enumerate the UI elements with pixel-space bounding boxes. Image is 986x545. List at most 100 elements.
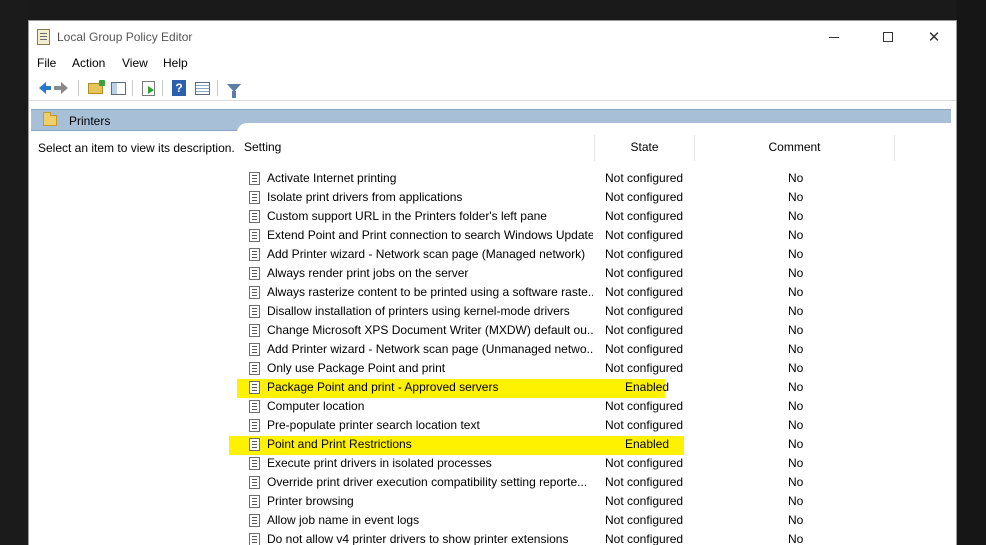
setting-state: Not configured [605, 513, 684, 527]
toolbar-separator [162, 80, 163, 96]
policy-setting-icon [249, 267, 260, 280]
show-hide-action-pane-icon [194, 81, 210, 95]
show-hide-tree-button[interactable] [109, 79, 127, 97]
setting-row[interactable]: Execute print drivers in isolated proces… [237, 454, 937, 473]
policy-setting-icon [249, 381, 260, 394]
setting-state: Not configured [605, 247, 684, 261]
setting-row[interactable]: Computer location Not configured No [237, 397, 937, 416]
setting-state: Not configured [605, 304, 684, 318]
setting-row[interactable]: Isolate print drivers from applications N… [237, 188, 937, 207]
folder-icon [43, 112, 57, 126]
policy-setting-icon [249, 495, 260, 508]
policy-setting-icon [249, 419, 260, 432]
setting-row[interactable]: Disallow installation of printers using … [237, 302, 937, 321]
setting-comment: No [788, 171, 804, 185]
policy-setting-icon [249, 248, 260, 261]
menu-action[interactable]: Action [72, 56, 105, 70]
setting-row[interactable]: Override print driver execution compatib… [237, 473, 937, 492]
close-button[interactable]: ✕ [911, 21, 956, 53]
setting-row[interactable]: Extend Point and Print connection to sea… [237, 226, 937, 245]
policy-setting-icon [249, 172, 260, 185]
setting-row[interactable]: Change Microsoft XPS Document Writer (MX… [237, 321, 937, 340]
menu-file[interactable]: File [37, 56, 56, 70]
setting-comment: No [788, 475, 804, 489]
column-header-comment[interactable]: Comment [695, 135, 895, 161]
column-header-setting[interactable]: Setting [237, 135, 595, 161]
setting-comment: No [788, 380, 804, 394]
column-header-state[interactable]: State [595, 135, 695, 161]
policy-setting-icon [249, 400, 260, 413]
setting-state: Not configured [605, 399, 684, 413]
help-icon: ? [172, 80, 186, 96]
show-hide-tree-icon [110, 81, 126, 95]
filter-button[interactable] [225, 79, 243, 98]
setting-name: Add Printer wizard - Network scan page (… [267, 247, 586, 261]
policy-setting-icon [249, 191, 260, 204]
setting-name: Disallow installation of printers using … [267, 304, 570, 318]
setting-row[interactable]: Printer browsing Not configured No [237, 492, 937, 511]
help-button[interactable]: ? [170, 79, 188, 97]
setting-comment: No [788, 342, 804, 356]
forward-button[interactable] [53, 79, 73, 97]
setting-row[interactable]: Custom support URL in the Printers folde… [237, 207, 937, 226]
setting-row[interactable]: Do not allow v4 printer drivers to show … [237, 530, 937, 545]
setting-row[interactable]: Point and Print Restrictions Enabled No [229, 435, 937, 455]
setting-name: Pre-populate printer search location tex… [267, 418, 480, 432]
setting-name: Always rasterize content to be printed u… [267, 285, 593, 299]
setting-state: Not configured [605, 418, 684, 432]
back-button[interactable] [33, 79, 51, 97]
setting-comment: No [788, 190, 804, 204]
setting-comment: No [788, 209, 804, 223]
setting-state: Not configured [605, 342, 684, 356]
setting-comment: No [788, 513, 804, 527]
up-folder-button[interactable] [86, 79, 105, 97]
setting-row[interactable]: Allow job name in event logs Not configur… [237, 511, 937, 530]
filter-icon [227, 84, 241, 98]
setting-comment: No [788, 323, 804, 337]
menu-help[interactable]: Help [163, 56, 188, 70]
setting-state: Not configured [605, 361, 684, 375]
toolbar-separator [78, 80, 79, 96]
policy-setting-icon [249, 476, 260, 489]
setting-state: Enabled [625, 380, 670, 394]
toolbar-separator [132, 80, 133, 96]
menu-view[interactable]: View [122, 56, 148, 70]
setting-comment: No [788, 437, 804, 451]
setting-row[interactable]: Activate Internet printing Not configured… [237, 169, 937, 188]
setting-row[interactable]: Always render print jobs on the server No… [237, 264, 937, 283]
setting-row[interactable]: Add Printer wizard - Network scan page (… [237, 340, 937, 359]
setting-name: Package Point and print - Approved serve… [267, 380, 499, 394]
export-list-icon [141, 80, 155, 96]
setting-name: Activate Internet printing [267, 171, 397, 185]
setting-comment: No [788, 285, 804, 299]
setting-row[interactable]: Package Point and print - Approved serve… [237, 378, 937, 398]
export-list-button[interactable] [139, 79, 157, 97]
setting-row[interactable]: Only use Package Point and print Not conf… [237, 359, 937, 378]
up-folder-icon [87, 79, 105, 94]
maximize-button[interactable] [865, 21, 911, 53]
forward-icon [53, 82, 68, 94]
policy-setting-icon [249, 343, 260, 356]
setting-name: Add Printer wizard - Network scan page (… [267, 342, 593, 356]
show-hide-action-pane-button[interactable] [193, 79, 211, 97]
setting-row[interactable]: Always rasterize content to be printed u… [237, 283, 937, 302]
setting-name: Computer location [267, 399, 365, 413]
setting-row[interactable]: Add Printer wizard - Network scan page (… [237, 245, 937, 264]
gpedit-window: Local Group Policy Editor ✕ File Action … [28, 20, 957, 545]
policy-setting-icon [249, 533, 260, 545]
setting-name: Printer browsing [267, 494, 354, 508]
setting-name: Always render print jobs on the server [267, 266, 469, 280]
setting-name: Point and Print Restrictions [267, 437, 412, 451]
setting-state: Not configured [605, 209, 684, 223]
menu-bar: File Action View Help [29, 53, 956, 75]
setting-state: Not configured [605, 456, 684, 470]
setting-state: Not configured [605, 285, 684, 299]
minimize-button[interactable] [811, 21, 857, 53]
setting-comment: No [788, 418, 804, 432]
toolbar-separator [217, 80, 218, 96]
setting-name: Isolate print drivers from applications [267, 190, 463, 204]
setting-name: Allow job name in event logs [267, 513, 420, 527]
back-icon [38, 82, 51, 94]
title-bar[interactable]: Local Group Policy Editor ✕ [29, 21, 956, 53]
setting-row[interactable]: Pre-populate printer search location tex… [237, 416, 937, 435]
